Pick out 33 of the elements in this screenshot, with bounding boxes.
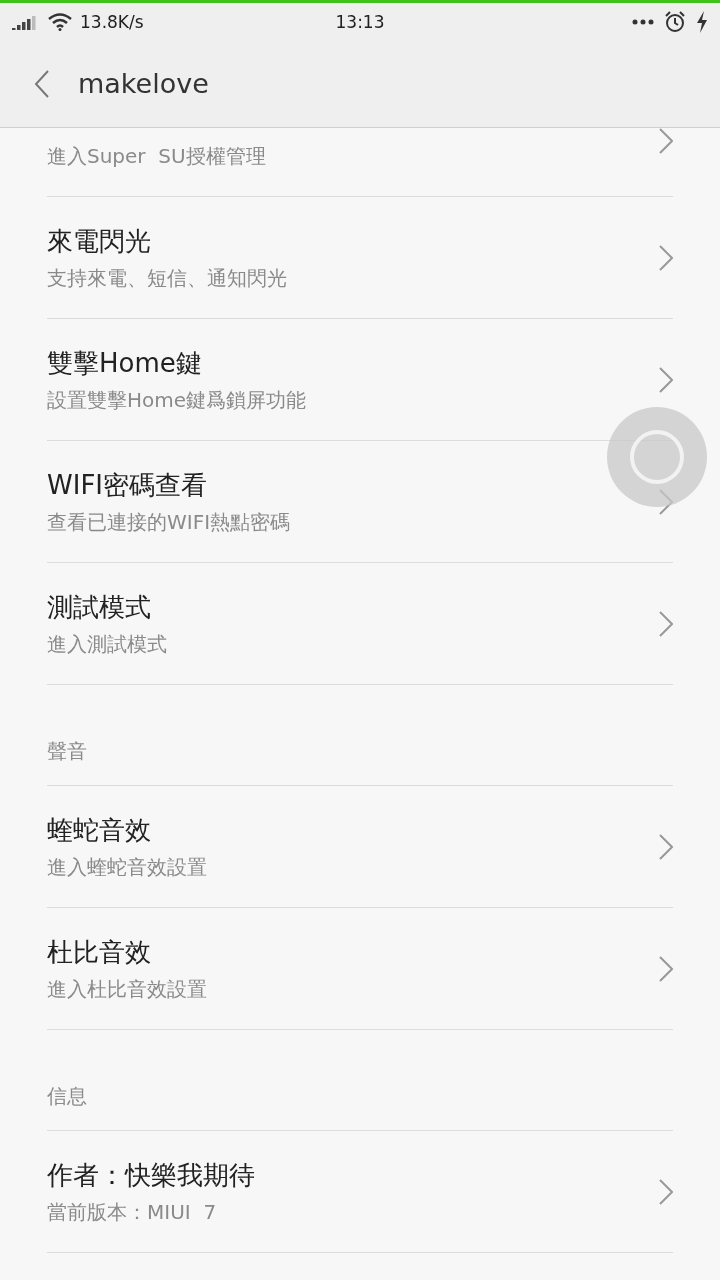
alarm-clock-icon xyxy=(664,10,686,33)
clock-time: 13:13 xyxy=(335,11,385,32)
network-speed: 13.8K/s xyxy=(80,11,144,32)
setting-description: 當前版本：MIUI 7 xyxy=(47,1198,217,1226)
chevron-right-icon xyxy=(659,366,673,393)
setting-description: 進入測試模式 xyxy=(47,630,167,658)
setting-title[interactable]: 測試模式 xyxy=(47,589,151,625)
signal-icon xyxy=(12,13,36,30)
page-title: makelove xyxy=(78,68,209,99)
setting-title[interactable]: 雙擊Home鍵 xyxy=(47,345,202,381)
setting-title[interactable]: WIFI密碼查看 xyxy=(47,467,207,503)
chevron-right-icon xyxy=(659,128,673,154)
section-header: 信息 xyxy=(47,1083,87,1110)
setting-title[interactable]: 蝰蛇音效 xyxy=(47,812,151,848)
wifi-icon xyxy=(48,12,72,31)
section-header: 聲音 xyxy=(47,738,87,765)
setting-title[interactable]: 作者：快樂我期待 xyxy=(47,1157,255,1193)
setting-description: 設置雙擊Home鍵爲鎖屏功能 xyxy=(47,386,307,414)
back-button[interactable] xyxy=(34,69,50,98)
setting-description: 查看已連接的WIFI熱點密碼 xyxy=(47,508,291,536)
setting-description: 支持來電、短信、通知閃光 xyxy=(47,264,287,292)
chevron-right-icon xyxy=(659,1178,673,1205)
setting-description: 進入蝰蛇音效設置 xyxy=(47,853,207,881)
chevron-right-icon xyxy=(659,955,673,982)
chevron-right-icon xyxy=(659,244,673,271)
chevron-right-icon xyxy=(659,833,673,860)
charging-icon xyxy=(696,10,708,33)
setting-title[interactable]: 來電閃光 xyxy=(47,223,151,259)
setting-description: 進入杜比音效設置 xyxy=(47,975,207,1003)
setting-description: 進入Super SU授權管理 xyxy=(47,143,266,170)
chevron-right-icon xyxy=(659,610,673,637)
more-icon xyxy=(632,18,654,25)
setting-title[interactable]: 杜比音效 xyxy=(47,934,151,970)
